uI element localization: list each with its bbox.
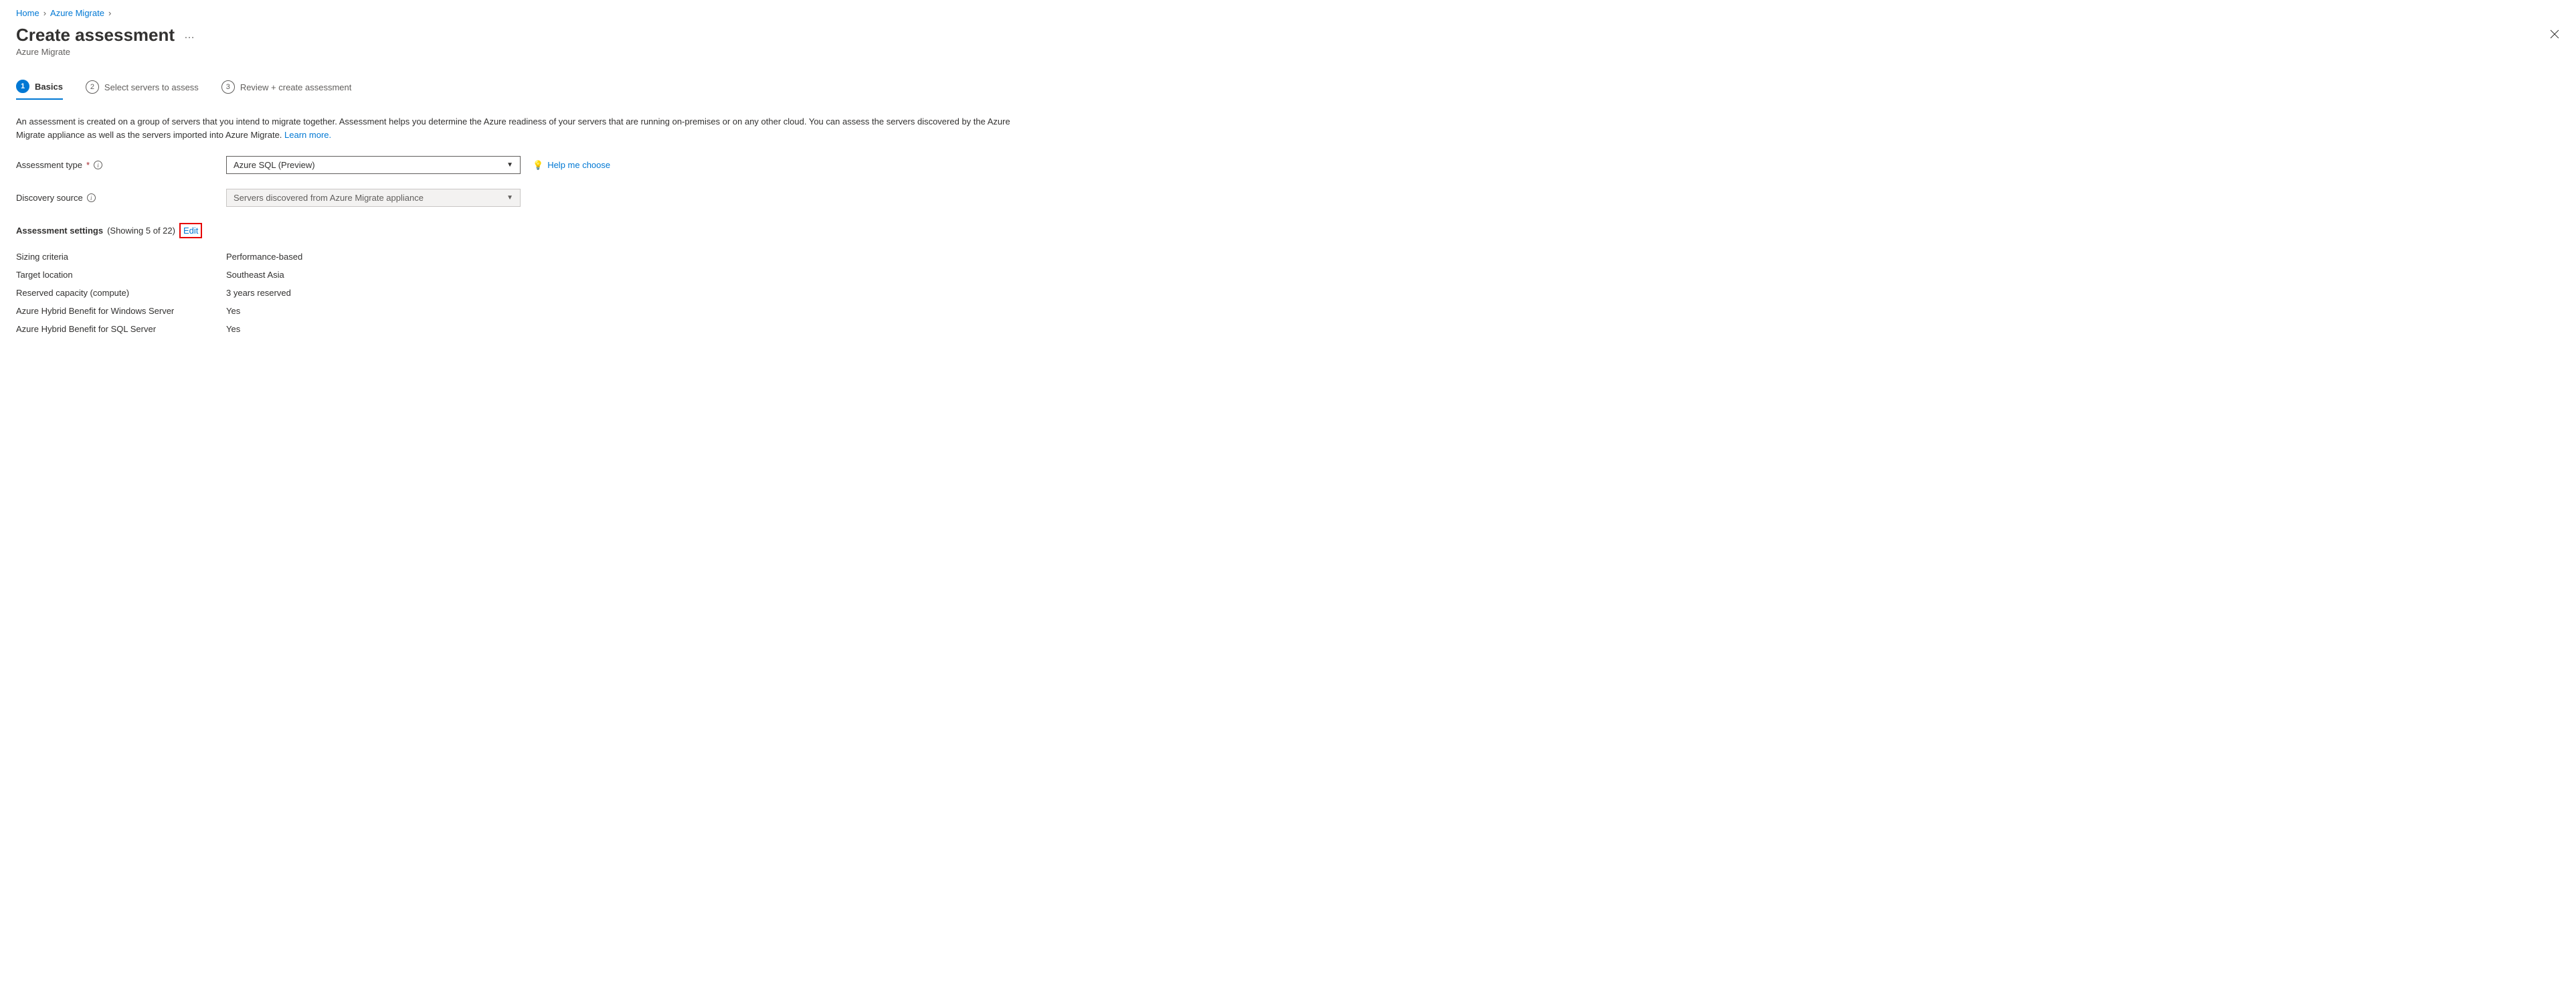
setting-value: 3 years reserved <box>226 288 291 298</box>
settings-row: Sizing criteria Performance-based <box>16 248 2560 266</box>
tab-select-servers-label: Select servers to assess <box>104 82 199 92</box>
step-number-1: 1 <box>16 80 29 93</box>
more-actions-icon[interactable]: … <box>184 29 195 41</box>
edit-settings-link[interactable]: Edit <box>183 226 198 236</box>
discovery-source-row: Discovery source i Servers discovered fr… <box>16 189 2560 207</box>
setting-key: Azure Hybrid Benefit for Windows Server <box>16 306 226 316</box>
breadcrumb-home[interactable]: Home <box>16 8 39 18</box>
assessment-type-row: Assessment type * i Azure SQL (Preview) … <box>16 156 2560 174</box>
tab-select-servers[interactable]: 2 Select servers to assess <box>86 80 199 100</box>
tab-review[interactable]: 3 Review + create assessment <box>221 80 352 100</box>
setting-key: Azure Hybrid Benefit for SQL Server <box>16 324 226 334</box>
description-body: An assessment is created on a group of s… <box>16 116 1010 140</box>
required-asterisk: * <box>86 160 90 170</box>
wizard-tabs: 1 Basics 2 Select servers to assess 3 Re… <box>16 80 2560 100</box>
close-icon <box>2549 29 2560 39</box>
assessment-settings-list: Sizing criteria Performance-based Target… <box>16 248 2560 338</box>
setting-value: Performance-based <box>226 252 302 262</box>
assessment-type-select[interactable]: Azure SQL (Preview) ▼ <box>226 156 521 174</box>
info-icon[interactable]: i <box>87 193 96 202</box>
info-icon[interactable]: i <box>94 161 102 169</box>
tab-basics-label: Basics <box>35 82 63 92</box>
assessment-type-value: Azure SQL (Preview) <box>234 160 315 170</box>
assessment-settings-count: (Showing 5 of 22) <box>107 226 175 236</box>
edit-highlight-box: Edit <box>179 223 202 238</box>
chevron-down-icon: ▼ <box>507 194 513 201</box>
learn-more-link[interactable]: Learn more. <box>284 130 331 140</box>
page-title: Create assessment <box>16 25 175 46</box>
setting-key: Sizing criteria <box>16 252 226 262</box>
settings-row: Azure Hybrid Benefit for SQL Server Yes <box>16 320 2560 338</box>
setting-value: Yes <box>226 324 240 334</box>
page-subtitle: Azure Migrate <box>16 47 2560 57</box>
help-me-choose-link[interactable]: Help me choose <box>547 160 610 170</box>
chevron-right-icon: › <box>43 8 46 18</box>
close-button[interactable] <box>2549 29 2560 41</box>
breadcrumb: Home › Azure Migrate › <box>16 8 2560 18</box>
discovery-source-label: Discovery source <box>16 193 83 203</box>
setting-key: Target location <box>16 270 226 280</box>
chevron-down-icon: ▼ <box>507 161 513 169</box>
assessment-settings-label: Assessment settings <box>16 226 103 236</box>
help-me-choose[interactable]: 💡 Help me choose <box>533 160 610 171</box>
chevron-right-icon: › <box>108 8 111 18</box>
discovery-source-select: Servers discovered from Azure Migrate ap… <box>226 189 521 207</box>
settings-row: Azure Hybrid Benefit for Windows Server … <box>16 302 2560 320</box>
setting-value: Yes <box>226 306 240 316</box>
discovery-source-value: Servers discovered from Azure Migrate ap… <box>234 193 424 203</box>
lightbulb-icon: 💡 <box>533 160 543 171</box>
setting-key: Reserved capacity (compute) <box>16 288 226 298</box>
description-text: An assessment is created on a group of s… <box>16 115 1033 141</box>
step-number-3: 3 <box>221 80 235 94</box>
step-number-2: 2 <box>86 80 99 94</box>
assessment-type-label: Assessment type <box>16 160 82 170</box>
tab-basics[interactable]: 1 Basics <box>16 80 63 100</box>
settings-row: Reserved capacity (compute) 3 years rese… <box>16 284 2560 302</box>
settings-row: Target location Southeast Asia <box>16 266 2560 284</box>
breadcrumb-azure-migrate[interactable]: Azure Migrate <box>50 8 104 18</box>
page-header: Create assessment … <box>16 25 2560 46</box>
tab-review-label: Review + create assessment <box>240 82 352 92</box>
setting-value: Southeast Asia <box>226 270 284 280</box>
assessment-settings-heading: Assessment settings (Showing 5 of 22) Ed… <box>16 223 2560 238</box>
